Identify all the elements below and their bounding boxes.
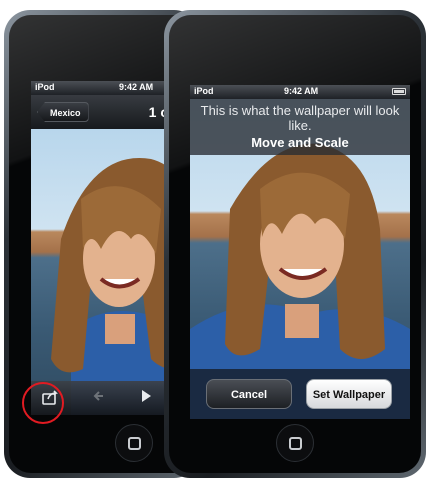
ipod-device-right: iPod 9:42 AM This is what the wallpaper … xyxy=(164,10,426,478)
battery-icon xyxy=(392,88,406,95)
highlight-circle xyxy=(22,382,64,424)
cancel-button[interactable]: Cancel xyxy=(206,379,292,409)
status-time: 9:42 AM xyxy=(119,82,154,92)
screen-wallpaper-preview: iPod 9:42 AM This is what the wallpaper … xyxy=(190,85,410,419)
prompt-title: Move and Scale xyxy=(251,135,349,150)
play-icon[interactable] xyxy=(139,388,153,410)
arrow-left-icon[interactable] xyxy=(91,388,107,410)
carrier-label: iPod xyxy=(194,86,214,96)
prompt-message: This is what the wallpaper will look lik… xyxy=(200,103,400,133)
status-bar: iPod 9:42 AM xyxy=(190,85,410,99)
carrier-label: iPod xyxy=(35,82,55,92)
home-button[interactable] xyxy=(276,424,314,462)
home-button[interactable] xyxy=(115,424,153,462)
status-time: 9:42 AM xyxy=(284,86,319,96)
action-bar: Cancel Set Wallpaper xyxy=(190,369,410,419)
wallpaper-prompt: This is what the wallpaper will look lik… xyxy=(190,99,410,155)
back-button[interactable]: Mexico xyxy=(37,102,89,122)
device-bezel: iPod 9:42 AM This is what the wallpaper … xyxy=(169,15,421,473)
set-wallpaper-button[interactable]: Set Wallpaper xyxy=(306,379,392,409)
